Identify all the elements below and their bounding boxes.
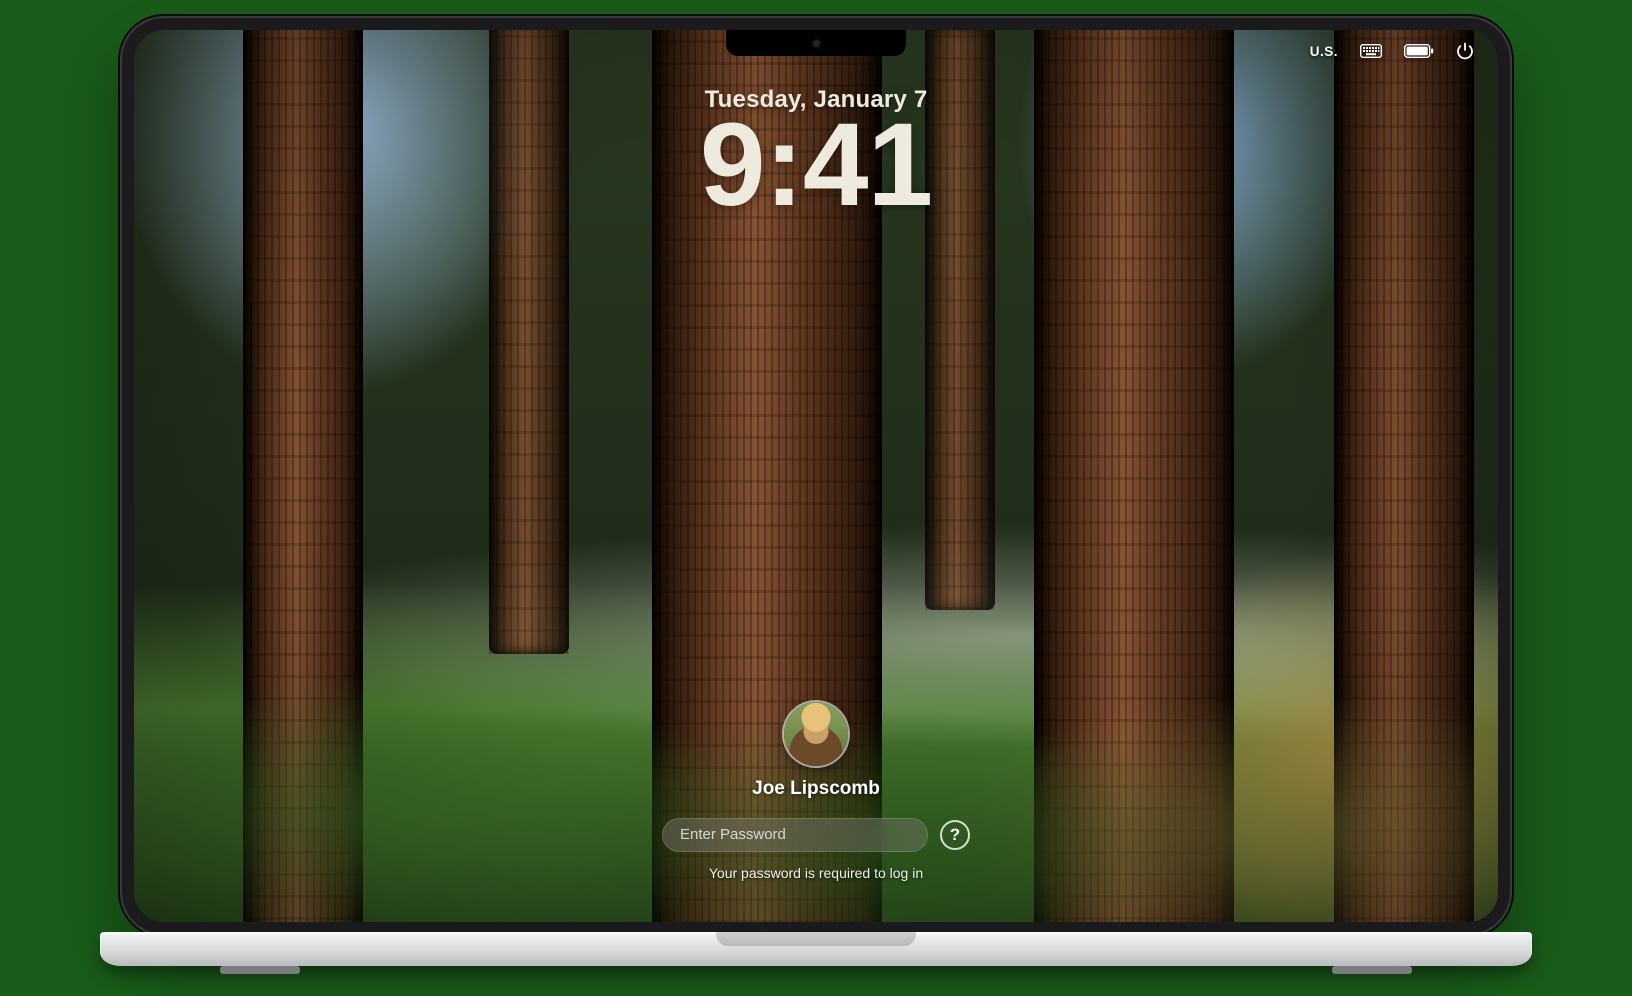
clock-area: Tuesday, January 7 9:41 bbox=[134, 86, 1498, 224]
battery-icon[interactable] bbox=[1404, 44, 1434, 58]
laptop-foot bbox=[220, 966, 300, 974]
display-notch bbox=[726, 30, 906, 56]
menu-bar: U.S. bbox=[1310, 42, 1474, 60]
password-hint-button[interactable]: ? bbox=[940, 820, 970, 850]
laptop-lid: U.S. bbox=[120, 16, 1512, 936]
login-panel: Joe Lipscomb ? Your password is required… bbox=[134, 702, 1498, 882]
user-avatar[interactable] bbox=[784, 702, 848, 766]
password-input[interactable] bbox=[662, 818, 928, 852]
lock-screen: U.S. bbox=[134, 30, 1498, 922]
keyboard-icon[interactable] bbox=[1360, 44, 1382, 58]
user-name-label: Joe Lipscomb bbox=[752, 778, 880, 800]
laptop-deck bbox=[100, 932, 1532, 966]
login-message: Your password is required to log in bbox=[709, 864, 923, 882]
laptop-base bbox=[100, 932, 1532, 980]
lock-screen-time: 9:41 bbox=[134, 106, 1498, 224]
power-icon[interactable] bbox=[1456, 42, 1474, 60]
password-row: ? bbox=[662, 818, 970, 852]
laptop-foot bbox=[1332, 966, 1412, 974]
input-source-indicator[interactable]: U.S. bbox=[1310, 44, 1338, 59]
macbook-frame: U.S. bbox=[100, 16, 1532, 980]
